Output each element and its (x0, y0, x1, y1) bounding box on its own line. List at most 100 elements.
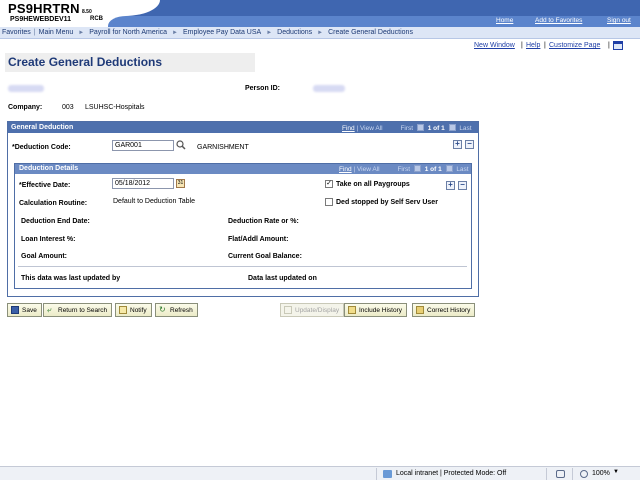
security-zone-text: Local intranet | Protected Mode: Off (396, 470, 507, 477)
breadcrumb-payroll[interactable]: Payroll for North America (89, 29, 167, 36)
deduction-details-first: First (397, 166, 411, 173)
ded-stopped-checkbox[interactable] (325, 198, 333, 206)
page-title-bar: Create General Deductions (5, 53, 255, 72)
breadcrumb-deductions[interactable]: Deductions (277, 29, 312, 36)
calculation-routine-value: Default to Deduction Table (113, 198, 195, 205)
update-icon (284, 306, 292, 314)
breadcrumb-arrow-icon: ► (172, 29, 178, 36)
add-to-favorites-link[interactable]: Add to Favorites (535, 17, 582, 24)
breadcrumb-divider: | (33, 29, 36, 36)
breadcrumb: Favorites | Main Menu ► Payroll for Nort… (0, 27, 640, 39)
last-updated-by-label: This data was last updated by (21, 275, 121, 282)
add-detail-row-button[interactable]: + (446, 181, 455, 190)
deduction-rate-label: Deduction Rate or %: (228, 218, 299, 225)
general-deduction-nav: Find | View All First 1 of 1 Last (342, 124, 472, 132)
save-icon (11, 306, 19, 314)
lookup-search-icon[interactable] (176, 140, 186, 150)
breadcrumb-current-page: Create General Deductions (328, 29, 413, 36)
new-window-icon[interactable] (613, 41, 623, 50)
return-to-search-label: Return to Search (58, 306, 108, 314)
employee-name-redacted (8, 85, 44, 92)
divider (18, 266, 467, 267)
calculation-routine-label: Calculation Routine: (19, 200, 88, 207)
include-history-label: Include History (359, 306, 402, 314)
delete-detail-row-button[interactable]: − (458, 181, 467, 190)
system-name: PS9HRTRN (8, 1, 80, 16)
history-icon (348, 306, 356, 314)
take-on-all-paygroups-checkbox[interactable]: ✓ (325, 180, 333, 188)
deduction-code-input[interactable]: GAR001 (112, 140, 174, 151)
deduction-details-title: Deduction Details (19, 165, 79, 172)
new-window-link[interactable]: New Window (474, 42, 515, 49)
company-code: 003 (62, 104, 74, 111)
company-name: LSUHSC-Hospitals (85, 104, 145, 111)
help-link[interactable]: Help (526, 42, 540, 49)
database-name: PS9HEWEBDEV11 (10, 16, 72, 23)
save-button[interactable]: Save (7, 303, 42, 317)
breadcrumb-arrow-icon: ► (78, 29, 85, 36)
deduction-details-position: 1 of 1 (424, 166, 442, 173)
calendar-icon[interactable]: 31 (176, 179, 185, 188)
effective-date-input[interactable]: 05/18/2012 (112, 178, 174, 189)
user-code: RCB (90, 16, 103, 22)
save-button-label: Save (22, 306, 37, 314)
breadcrumb-arrow-icon: ► (266, 29, 273, 36)
breadcrumb-favorites[interactable]: Favorites (2, 29, 31, 36)
update-display-button[interactable]: Update/Display (280, 303, 345, 317)
breadcrumb-main-menu[interactable]: Main Menu (39, 29, 74, 36)
zoom-dropdown-chevron-down-icon[interactable]: ▼ (613, 469, 619, 475)
goal-amount-label: Goal Amount: (21, 253, 68, 260)
return-arrow-icon: ⤶ (47, 305, 52, 314)
deduction-details-header: Deduction Details Find | View All First … (15, 164, 471, 174)
include-history-button[interactable]: Include History (344, 303, 407, 317)
general-deduction-position: 1 of 1 (427, 125, 445, 132)
general-deduction-header: General Deduction Find | View All First … (8, 122, 478, 133)
deduction-details-find-link[interactable]: Find (339, 166, 352, 173)
last-updated-on-label: Data last updated on (248, 275, 317, 282)
protected-mode-icon[interactable] (556, 470, 565, 478)
general-deduction-view-all: View All (359, 125, 383, 132)
flat-addl-amount-label: Flat/Addl Amount: (228, 236, 289, 243)
correct-history-icon (416, 306, 424, 314)
notify-button-label: Notify (130, 306, 147, 314)
page-title: Create General Deductions (8, 55, 163, 69)
home-link[interactable]: Home (496, 17, 513, 24)
add-row-button[interactable]: + (453, 140, 462, 149)
sign-out-link[interactable]: Sign out (607, 17, 631, 24)
general-deduction-title: General Deduction (11, 124, 74, 131)
refresh-icon: ↻ (159, 305, 166, 314)
notify-button[interactable]: Notify (115, 303, 152, 317)
person-id-label: Person ID: (245, 85, 281, 92)
link-separator: | (544, 42, 546, 49)
correct-history-button[interactable]: Correct History (412, 303, 476, 317)
return-to-search-button[interactable]: ⤶ Return to Search (43, 303, 113, 317)
refresh-button[interactable]: ↻ Refresh (155, 303, 198, 317)
next-arrow-icon (445, 165, 453, 172)
deduction-end-date-label: Deduction End Date: (21, 218, 90, 225)
loan-interest-label: Loan Interest %: (21, 236, 76, 243)
general-deduction-first: First (400, 125, 414, 132)
customize-page-link[interactable]: Customize Page (549, 42, 600, 49)
effective-date-label: *Effective Date: (19, 182, 71, 189)
current-goal-balance-label: Current Goal Balance: (228, 253, 302, 260)
take-on-all-paygroups-label: Take on all Paygroups (336, 181, 410, 188)
general-deduction-find-link[interactable]: Find (342, 125, 355, 132)
person-id-redacted (313, 85, 345, 92)
correct-history-label: Correct History (427, 306, 471, 314)
next-arrow-icon (448, 124, 456, 131)
zoom-icon[interactable] (580, 470, 588, 478)
deduction-code-description: GARNISHMENT (197, 144, 249, 151)
prev-arrow-icon (416, 124, 424, 131)
deduction-details-last: Last (456, 166, 469, 173)
intranet-icon (383, 470, 392, 478)
browser-status-bar: Local intranet | Protected Mode: Off 100… (0, 466, 640, 480)
general-deduction-last: Last (459, 125, 472, 132)
delete-row-button[interactable]: − (465, 140, 474, 149)
zoom-level[interactable]: 100% (592, 470, 610, 477)
envelope-icon (119, 306, 127, 314)
deduction-code-label: *Deduction Code: (12, 144, 71, 151)
system-version: 8.50 (82, 9, 92, 15)
breadcrumb-employee-pay-data[interactable]: Employee Pay Data USA (183, 29, 261, 36)
breadcrumb-arrow-icon: ► (317, 29, 324, 36)
link-separator: | (521, 42, 523, 49)
